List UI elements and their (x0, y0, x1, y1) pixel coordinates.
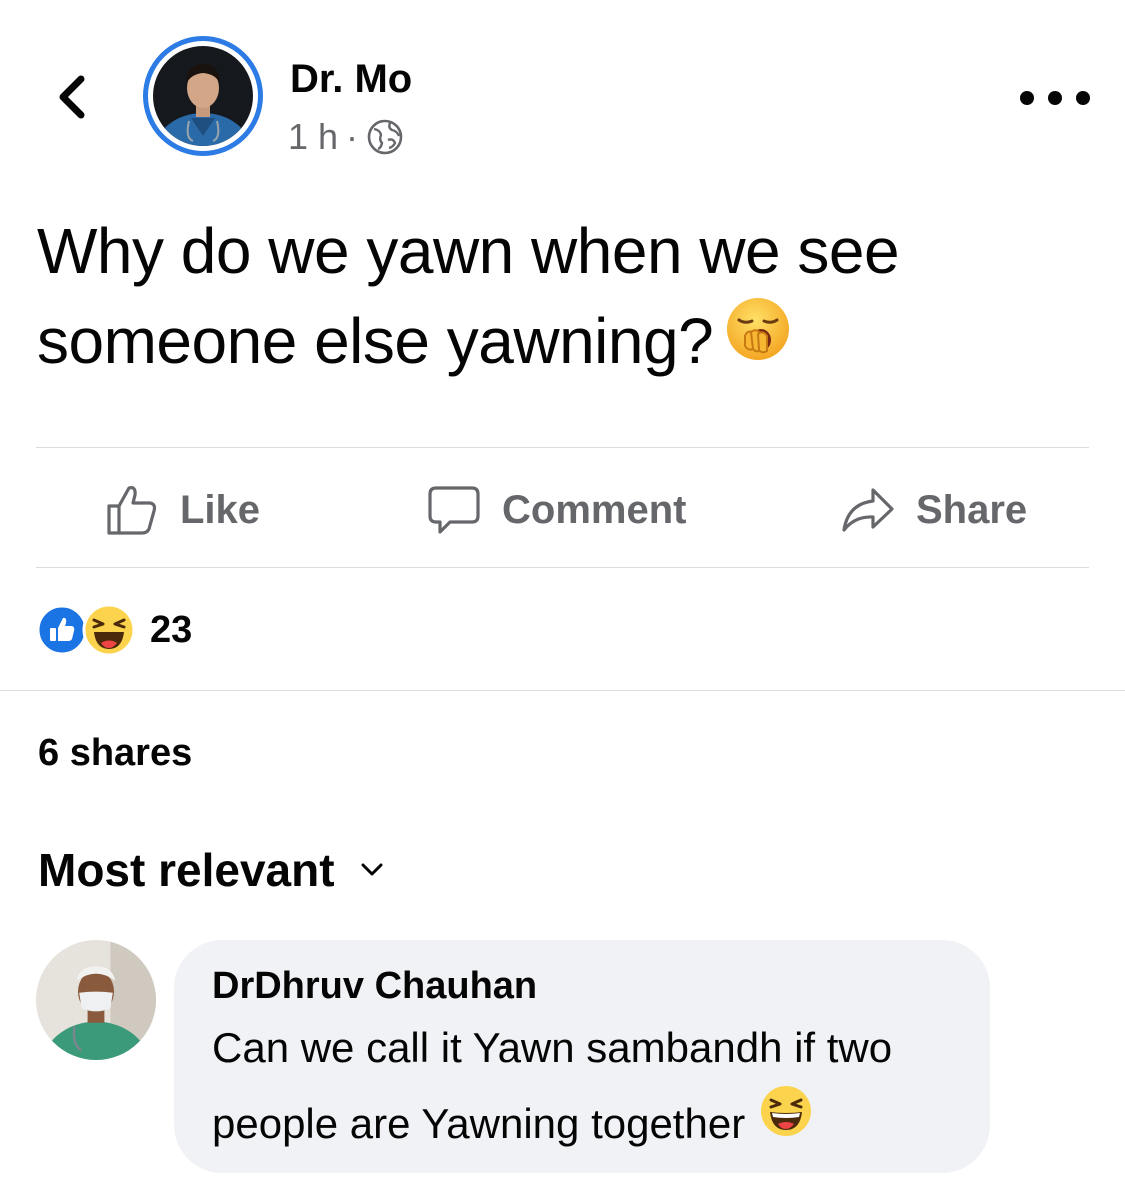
yawning-face-icon (725, 295, 791, 385)
like-reaction-icon (36, 604, 88, 656)
post-time: 1 h (288, 116, 339, 157)
comment-button[interactable]: Comment (426, 468, 686, 552)
comment-sort-dropdown[interactable]: Most relevant (38, 842, 383, 898)
post-meta: 1 h · (288, 112, 404, 162)
like-label: Like (180, 487, 261, 532)
like-button[interactable]: Like (104, 468, 260, 552)
meta-separator: · (346, 116, 359, 157)
back-button[interactable] (44, 62, 100, 132)
globe-icon[interactable] (366, 118, 404, 156)
grinning-squinting-face-icon (759, 1084, 813, 1162)
author-avatar[interactable] (143, 36, 263, 156)
reaction-count: 23 (150, 608, 193, 651)
share-label: Share (916, 487, 1028, 532)
comment-icon (428, 486, 480, 534)
more-dot-icon (1076, 91, 1090, 105)
more-dot-icon (1020, 91, 1034, 105)
divider-bottom (36, 567, 1089, 568)
divider-section (0, 690, 1125, 691)
author-name[interactable]: Dr. Mo (290, 52, 412, 106)
reactions-summary[interactable]: 23 (36, 602, 192, 658)
chevron-left-icon (59, 75, 85, 119)
more-dot-icon (1048, 91, 1062, 105)
share-button[interactable]: Share (840, 468, 1027, 552)
chevron-down-icon (361, 863, 383, 876)
post-text: Why do we yawn when we see someone else … (37, 206, 1077, 391)
share-arrow-icon (842, 488, 894, 532)
shares-count[interactable]: 6 shares (38, 728, 192, 778)
more-options-button[interactable] (1020, 78, 1090, 118)
divider-top (36, 447, 1089, 448)
comment-text: Can we call it Yawn sambandh if two peop… (212, 1010, 972, 1166)
author-avatar-image (153, 46, 253, 146)
commenter-avatar-image (36, 940, 156, 1060)
commenter-avatar[interactable] (36, 940, 156, 1060)
comment-author[interactable]: DrDhruv Chauhan (212, 962, 537, 1010)
thumbs-up-icon (107, 486, 157, 535)
sort-label: Most relevant (38, 844, 335, 896)
comment-label: Comment (502, 487, 687, 532)
haha-reaction-icon (82, 603, 136, 657)
